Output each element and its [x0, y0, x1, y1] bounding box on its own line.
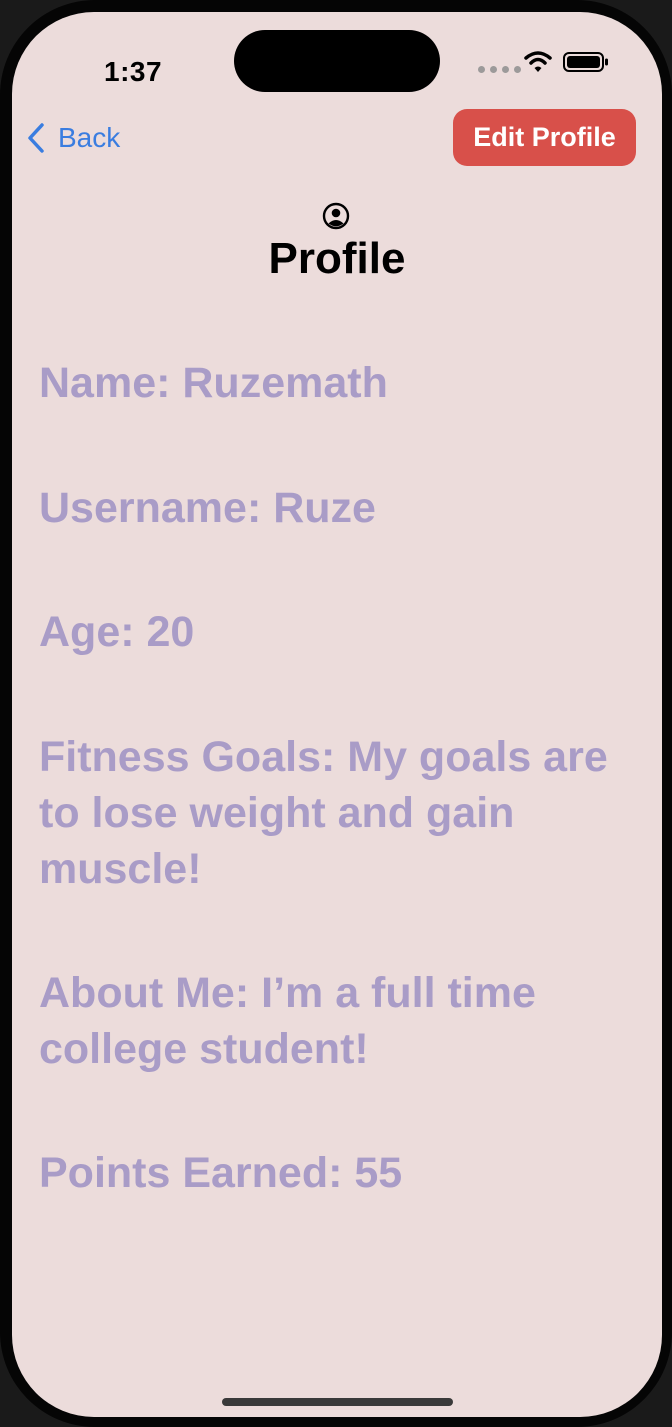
app-screen: 1:37 Back Edit Profile Profile Name: Ruz…: [12, 12, 662, 1417]
fitness-goals-field: Fitness Goals: My goals are to lose weig…: [39, 733, 608, 893]
cellular-signal-icon: [478, 66, 521, 73]
wifi-icon: [524, 51, 552, 72]
username-field: Username: Ruze: [39, 484, 376, 532]
page-title: Profile: [268, 234, 406, 283]
status-time: 1:37: [104, 56, 163, 87]
back-button[interactable]: Back: [26, 118, 120, 158]
about-me-field: About Me: I’m a full time college studen…: [39, 969, 536, 1073]
back-button-label: Back: [58, 122, 121, 153]
name-field: Name: Ruzemath: [39, 359, 388, 407]
device-frame: 1:37 Back Edit Profile Profile Name: Ruz…: [0, 0, 672, 1427]
points-earned-field: Points Earned: 55: [39, 1149, 403, 1197]
chevron-left-icon: [28, 123, 44, 153]
dynamic-island: [234, 30, 440, 92]
home-indicator[interactable]: [222, 1398, 453, 1406]
age-field: Age: 20: [39, 608, 195, 656]
person-circle-icon: [322, 202, 350, 230]
battery-icon: [563, 52, 608, 72]
edit-profile-button[interactable]: Edit Profile: [453, 109, 636, 166]
